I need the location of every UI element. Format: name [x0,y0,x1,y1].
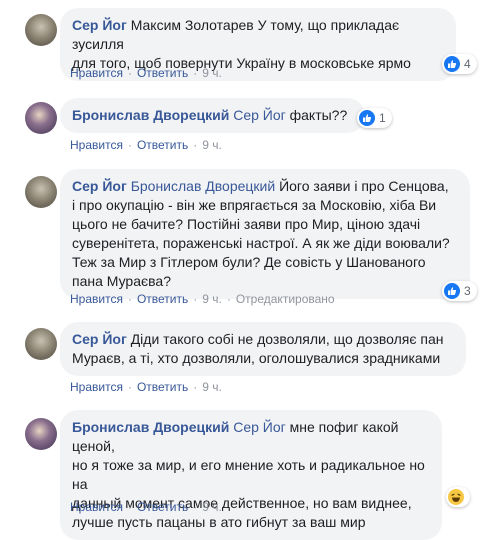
comment-author[interactable]: Сер Йог [72,331,127,347]
comment-timestamp[interactable]: 9 ч. [202,66,222,80]
comment-text-line: но я тоже за мир, и его мнение хоть и ра… [72,457,425,492]
reply-link[interactable]: Ответить [137,138,188,152]
reaction-count: 4 [464,57,471,71]
comment-text-line: лучше пусть пацаны в ато гибнут за ваш м… [72,514,366,530]
separator: · [193,380,198,394]
separator: · [193,500,198,514]
reply-link[interactable]: Ответить [137,66,188,80]
reaction-badge[interactable]: 3 [442,281,477,301]
separator: · [193,66,198,80]
comment-text-line: цього не бачите? Постійні заяви про Мир,… [72,216,421,232]
comment-text-line: факты?? [289,107,348,123]
avatar[interactable] [25,418,57,450]
comment-text-line: і про окупацію - він же впрягається за М… [72,197,437,213]
edited-label[interactable]: Отредактировано [236,292,335,306]
comment-text-line: пана Мураєва? [72,273,172,289]
comment-actions: Нравится · Ответить · 9 ч. · Отредактиро… [70,292,335,306]
avatar[interactable] [25,176,57,208]
comment-mention[interactable]: Сер Йог [233,419,286,435]
separator: · [127,500,132,514]
comment-author[interactable]: Сер Йог [72,17,127,33]
haha-icon [448,489,464,505]
like-link[interactable]: Нравится [70,66,123,80]
comment-timestamp[interactable]: 9 ч. [202,138,222,152]
reaction-count: 1 [379,111,386,125]
comment-actions: Нравится · Ответить · 9 ч. [70,66,222,80]
comment-timestamp[interactable]: 9 ч. [202,500,222,514]
separator: · [127,66,132,80]
comment-mention[interactable]: Бронислав Дворецкий [131,178,276,194]
like-icon [359,110,375,126]
comment-text-line: Теж за Мир з Гітлером були? Де совість у… [72,254,426,270]
reaction-badge[interactable]: 4 [442,54,477,74]
comment-author[interactable]: Бронислав Дворецкий [72,419,229,435]
reaction-badge[interactable] [446,487,470,507]
like-link[interactable]: Нравится [70,380,123,394]
comment-text-line: Мураєв, а ті, хто дозволяли, оголошували… [72,350,441,366]
separator: · [127,138,132,152]
reaction-count: 3 [464,284,471,298]
comment-bubble: Сер Йог Бронислав Дворецкий Його заяви і… [60,169,470,299]
avatar[interactable] [25,102,57,134]
reply-link[interactable]: Ответить [137,380,188,394]
comment-actions: Нравится · Ответить · 9 ч. [70,380,222,394]
separator: · [226,292,231,306]
separator: · [193,292,198,306]
comment-text-line: Діди такого собі не дозволяли, що дозвол… [130,331,444,347]
separator: · [127,292,132,306]
reaction-badge[interactable]: 1 [357,108,392,128]
avatar[interactable] [25,328,57,360]
comment-author[interactable]: Бронислав Дворецкий [72,107,229,123]
reply-link[interactable]: Ответить [137,292,188,306]
avatar[interactable] [25,14,57,46]
comment-text-line: суверенітета, пораженські настрої. А як … [72,235,450,251]
comment-bubble: Бронислав Дворецкий Сер Йог факты?? [60,98,365,133]
like-link[interactable]: Нравится [70,138,123,152]
comment-timestamp[interactable]: 9 ч. [202,292,222,306]
like-icon [444,56,460,72]
reply-link[interactable]: Ответить [137,500,188,514]
comment-bubble: Сер Йог Діди такого собі не дозволяли, щ… [60,322,466,376]
like-link[interactable]: Нравится [70,500,123,514]
like-link[interactable]: Нравится [70,292,123,306]
comment-author[interactable]: Сер Йог [72,178,127,194]
comment-actions: Нравится · Ответить · 9 ч. [70,138,222,152]
comment-bubble: Бронислав Дворецкий Сер Йог мне пофиг ка… [60,410,442,540]
comment-mention[interactable]: Сер Йог [233,107,286,123]
separator: · [127,380,132,394]
like-icon [444,283,460,299]
comment-actions: Нравится · Ответить · 9 ч. [70,500,222,514]
comment-timestamp[interactable]: 9 ч. [202,380,222,394]
separator: · [193,138,198,152]
comment-text-line: Його заяви і про Сенцова, [279,178,449,194]
